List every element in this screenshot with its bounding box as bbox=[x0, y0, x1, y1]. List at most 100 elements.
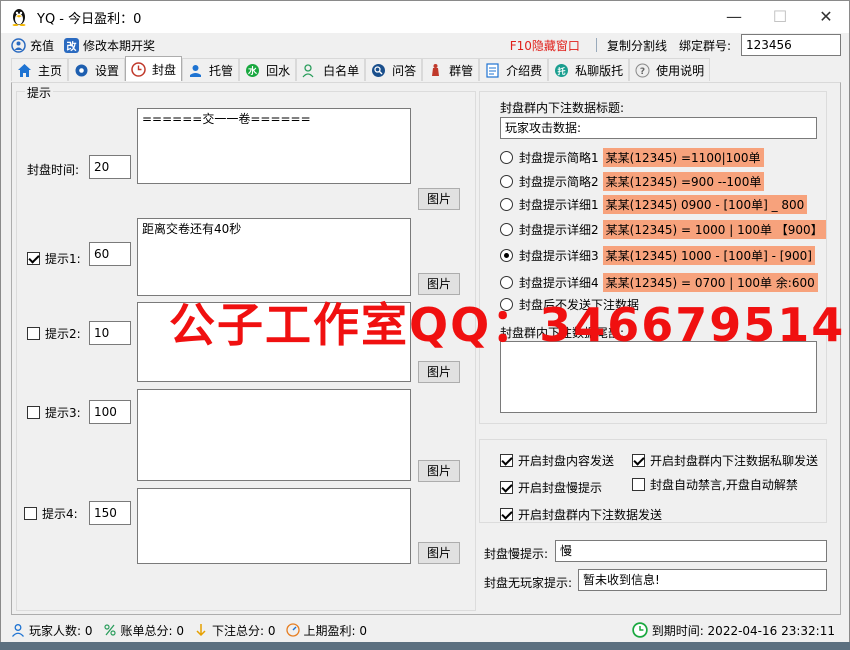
tip3-label: 提示3: bbox=[45, 406, 81, 420]
title-bar: YQ - 今日盈利：0 — ☐ ✕ bbox=[1, 1, 849, 33]
tip1-checkbox-wrap[interactable]: 提示1: bbox=[27, 250, 81, 267]
svg-text:托: 托 bbox=[558, 66, 566, 76]
tip1-image-button[interactable]: 图片 bbox=[418, 273, 460, 295]
check-group-send[interactable]: 开启封盘群内下注数据发送 bbox=[500, 506, 662, 523]
format-option-brief2[interactable]: 封盘提示简略2 某某(12345) =900 --100单 bbox=[500, 172, 765, 191]
tip1-checkbox[interactable] bbox=[27, 252, 40, 265]
tip3-seconds-input[interactable]: 100 bbox=[89, 400, 131, 424]
check-label: 开启封盘内容发送 bbox=[518, 454, 615, 468]
tip3-checkbox[interactable] bbox=[27, 406, 40, 419]
tip3-checkbox-wrap[interactable]: 提示3: bbox=[27, 404, 81, 421]
format-option-detail4[interactable]: 封盘提示详细4 某某(12345) = 0700 | 100单 余:600 bbox=[500, 273, 818, 292]
players-text: 玩家人数: 0 bbox=[29, 623, 93, 638]
tip3-image-button[interactable]: 图片 bbox=[418, 460, 460, 482]
tip2-image-button[interactable]: 图片 bbox=[418, 361, 460, 383]
no-player-tip-input[interactable]: 暂未收到信息! bbox=[578, 569, 827, 591]
format-option-detail3[interactable]: 封盘提示详细3 某某(12345) 1000 - [100单] - [900] bbox=[500, 246, 815, 265]
tab-private-trust[interactable]: 托 私聊版托 bbox=[548, 58, 630, 81]
radio-detail3[interactable] bbox=[500, 249, 513, 262]
tip3-text-area[interactable] bbox=[137, 389, 411, 481]
close-text-area[interactable]: ======交一一卷====== bbox=[137, 108, 411, 184]
expire-text: 到期时间: 2022-04-16 23:32:11 bbox=[651, 623, 835, 638]
water-icon: 水 bbox=[246, 63, 260, 77]
tip2-checkbox[interactable] bbox=[27, 327, 40, 340]
check-label: 开启封盘慢提示 bbox=[518, 481, 603, 495]
tip4-label: 提示4: bbox=[42, 507, 78, 521]
checkbox[interactable] bbox=[500, 454, 513, 467]
options-groupbox: 开启封盘内容发送 开启封盘群内下注数据私聊发送 开启封盘慢提示 封盘自动禁言,开… bbox=[479, 439, 827, 523]
bind-group-label: 绑定群号: bbox=[678, 38, 731, 53]
checkbox[interactable] bbox=[632, 478, 645, 491]
tab-referral-fee[interactable]: 介绍费 bbox=[479, 58, 549, 81]
tab-label: 介绍费 bbox=[506, 63, 543, 78]
tab-close-market[interactable]: 封盘 bbox=[125, 56, 183, 81]
tip4-text-area[interactable] bbox=[137, 488, 411, 564]
check-private-send[interactable]: 开启封盘群内下注数据私聊发送 bbox=[632, 452, 818, 469]
private-icon: 托 bbox=[555, 63, 569, 77]
radio-detail1[interactable] bbox=[500, 198, 513, 211]
close-time-input[interactable]: 20 bbox=[89, 155, 131, 179]
hide-window-link[interactable]: F10隐藏窗口 bbox=[510, 37, 580, 54]
tip1-seconds-input[interactable]: 60 bbox=[89, 242, 131, 266]
gear-icon bbox=[75, 64, 88, 76]
tip1-text-area[interactable]: 距离交卷还有40秒 bbox=[137, 218, 411, 296]
user-list-icon bbox=[302, 63, 314, 77]
tab-rebate[interactable]: 水 回水 bbox=[239, 58, 297, 81]
format-option-detail2[interactable]: 封盘提示详细2 某某(12345) = 1000 | 100单 【900】 bbox=[500, 220, 826, 239]
bet-title-input[interactable]: 玩家攻击数据: bbox=[500, 117, 817, 139]
edit-icon: 改 bbox=[64, 37, 80, 53]
window-title: YQ - 今日盈利：0 bbox=[37, 11, 142, 27]
close-button[interactable]: ✕ bbox=[803, 1, 849, 31]
option-label: 封盘提示简略2 bbox=[519, 175, 599, 189]
slow-tip-input[interactable]: 慢 bbox=[555, 540, 827, 562]
recharge-button[interactable]: 充值 bbox=[11, 37, 54, 54]
tip4-checkbox[interactable] bbox=[24, 507, 37, 520]
format-option-brief1[interactable]: 封盘提示简略1 某某(12345) =1100|100单 bbox=[500, 148, 764, 167]
check-label: 开启封盘群内下注数据私聊发送 bbox=[650, 454, 819, 468]
tab-label: 群管 bbox=[449, 63, 474, 78]
copy-divider-button[interactable]: 复制分割线 bbox=[607, 37, 667, 54]
tab-qa[interactable]: 问答 bbox=[365, 58, 423, 81]
tip4-seconds-input[interactable]: 150 bbox=[89, 501, 131, 525]
radio-detail2[interactable] bbox=[500, 223, 513, 236]
edit-draw-button[interactable]: 改 修改本期开奖 bbox=[64, 37, 155, 54]
radio-brief1[interactable] bbox=[500, 151, 513, 164]
checkbox[interactable] bbox=[632, 454, 645, 467]
tab-help[interactable]: ? 使用说明 bbox=[629, 58, 711, 81]
maximize-button[interactable]: ☐ bbox=[757, 1, 803, 31]
close-image-button[interactable]: 图片 bbox=[418, 188, 460, 210]
bet-data-groupbox: 封盘群内下注数据标题: 玩家攻击数据: 封盘提示简略1 某某(12345) =1… bbox=[479, 91, 827, 424]
tab-trust[interactable]: 托管 bbox=[182, 58, 240, 81]
check-auto-mute[interactable]: 封盘自动禁言,开盘自动解禁 bbox=[632, 476, 798, 493]
checkbox[interactable] bbox=[500, 481, 513, 494]
tab-home[interactable]: 主页 bbox=[11, 58, 69, 81]
tab-settings[interactable]: 设置 bbox=[68, 58, 126, 81]
tip4-checkbox-wrap[interactable]: 提示4: bbox=[24, 505, 78, 522]
format-option-detail1[interactable]: 封盘提示详细1 某某(12345) 0900 - [100单] _ 800 bbox=[500, 195, 808, 214]
minimize-button[interactable]: — bbox=[711, 1, 757, 31]
radio-detail4[interactable] bbox=[500, 276, 513, 289]
tip4-image-button[interactable]: 图片 bbox=[418, 542, 460, 564]
option-label: 封盘提示详细3 bbox=[519, 249, 599, 263]
no-player-tip-label: 封盘无玩家提示: bbox=[484, 576, 573, 590]
svg-text:?: ? bbox=[640, 67, 645, 77]
tab-label: 主页 bbox=[38, 63, 63, 78]
status-expire: 到期时间: 2022-04-16 23:32:11 bbox=[631, 622, 835, 639]
tip2-seconds-input[interactable]: 10 bbox=[89, 321, 131, 345]
bind-group-input[interactable]: 123456 bbox=[741, 34, 841, 56]
radio-brief2[interactable] bbox=[500, 175, 513, 188]
check-send-content[interactable]: 开启封盘内容发送 bbox=[500, 452, 614, 469]
tab-label: 白名单 bbox=[323, 63, 360, 78]
option-sample: 某某(12345) 1000 - [100单] - [900] bbox=[602, 246, 815, 265]
percent-icon bbox=[103, 624, 116, 636]
option-sample: 某某(12345) = 1000 | 100单 【900】 bbox=[602, 220, 826, 239]
tab-label: 封盘 bbox=[152, 62, 177, 77]
tip2-checkbox-wrap[interactable]: 提示2: bbox=[27, 325, 81, 342]
doc-icon bbox=[486, 62, 499, 78]
tips-legend: 提示 bbox=[25, 84, 54, 101]
check-slow-tip[interactable]: 开启封盘慢提示 bbox=[500, 479, 602, 496]
status-players: 玩家人数: 0 bbox=[11, 622, 93, 639]
tab-whitelist[interactable]: 白名单 bbox=[296, 58, 366, 81]
tab-group-manage[interactable]: 群管 bbox=[422, 58, 480, 81]
checkbox[interactable] bbox=[500, 508, 513, 521]
